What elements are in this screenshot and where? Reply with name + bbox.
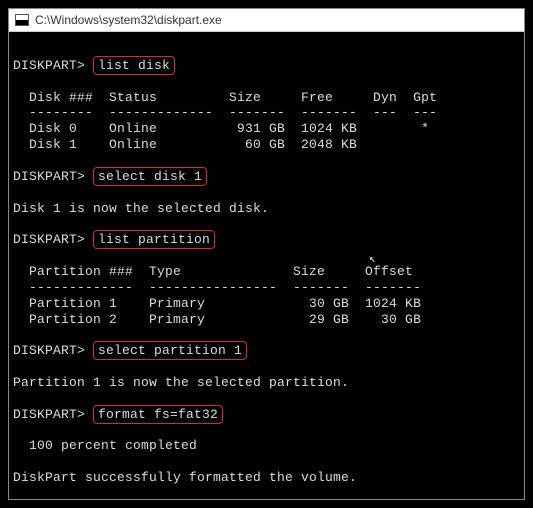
prompt: DISKPART> xyxy=(13,343,85,358)
message-disk-selected: Disk 1 is now the selected disk. xyxy=(13,201,269,216)
titlebar[interactable]: C:\Windows\system32\diskpart.exe xyxy=(9,9,524,32)
table-row: Partition 2 Primary 29 GB 30 GB xyxy=(13,312,421,327)
console-icon xyxy=(15,14,29,26)
command-list-disk: list disk xyxy=(93,56,175,75)
command-select-disk: select disk 1 xyxy=(93,167,207,186)
disk-table-header: Disk ### Status Size Free Dyn Gpt xyxy=(13,90,437,105)
message-partition-selected: Partition 1 is now the selected partitio… xyxy=(13,375,349,390)
command-select-partition: select partition 1 xyxy=(93,341,247,360)
table-row: Disk 1 Online 60 GB 2048 KB xyxy=(13,137,357,152)
table-row: Partition 1 Primary 30 GB 1024 KB xyxy=(13,296,421,311)
table-row: Disk 0 Online 931 GB 1024 KB * xyxy=(13,121,429,136)
partition-table-divider: ------------- ---------------- ------- -… xyxy=(13,280,421,295)
command-list-partition: list partition xyxy=(93,230,215,249)
prompt: DISKPART> xyxy=(13,232,85,247)
partition-table-header: Partition ### Type Size Offset xyxy=(13,264,413,279)
window-title: C:\Windows\system32\diskpart.exe xyxy=(35,13,222,27)
disk-table-divider: -------- ------------- ------- ------- -… xyxy=(13,105,437,120)
message-done: DiskPart successfully formatted the volu… xyxy=(13,470,357,485)
prompt: DISKPART> xyxy=(13,58,85,73)
terminal-output[interactable]: DISKPART> list disk Disk ### Status Size… xyxy=(9,32,524,499)
message-progress: 100 percent completed xyxy=(13,438,197,453)
command-format: format fs=fat32 xyxy=(93,405,223,424)
console-window: C:\Windows\system32\diskpart.exe DISKPAR… xyxy=(8,8,525,500)
prompt: DISKPART> xyxy=(13,169,85,184)
prompt: DISKPART> xyxy=(13,407,85,422)
